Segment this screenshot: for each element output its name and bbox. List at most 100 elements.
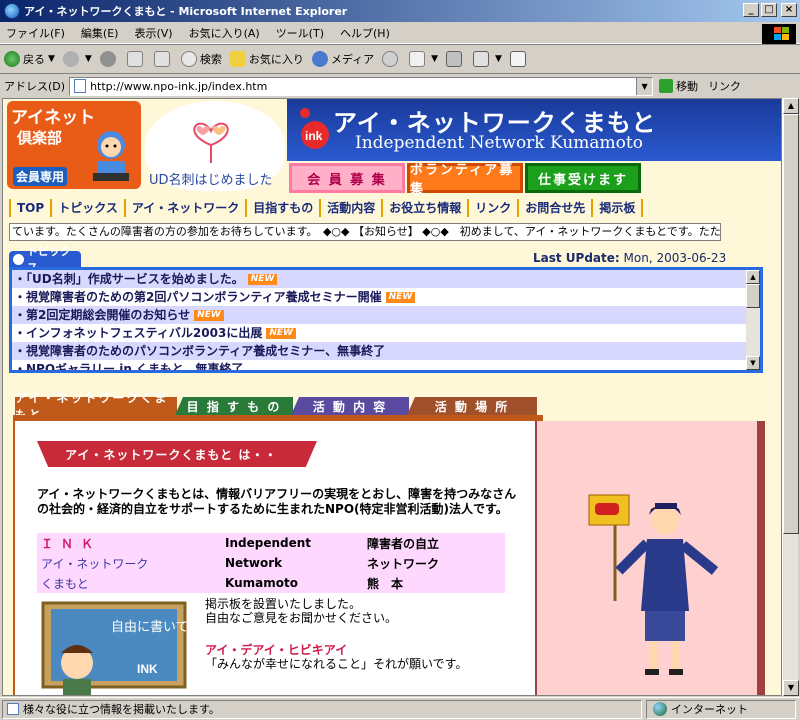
- menu-edit[interactable]: 編集(E): [81, 25, 119, 41]
- history-button[interactable]: [382, 51, 401, 67]
- back-button[interactable]: 戻る ▼: [4, 51, 55, 67]
- ink-cell: くまもと: [41, 576, 89, 591]
- print-button[interactable]: [446, 51, 465, 67]
- topic-text[interactable]: ・第2回定期総会開催のお知らせ: [14, 306, 190, 324]
- chevron-down-icon[interactable]: ▼: [431, 54, 438, 64]
- nav-activities[interactable]: 活動内容: [319, 199, 381, 217]
- ink-cell: ネットワーク: [367, 556, 440, 571]
- nav-links[interactable]: リンク: [467, 199, 517, 217]
- club-subtitle: 倶楽部: [17, 129, 63, 147]
- ink-cell: ＩＮＫ: [41, 536, 102, 551]
- topic-item[interactable]: ・「UD名刺」作成サービスを始めました。 NEW: [12, 270, 760, 288]
- nav-useful-info[interactable]: お役立ち情報: [381, 199, 467, 217]
- info-icon: [13, 253, 24, 265]
- media-label: メディア: [330, 53, 375, 66]
- chalkboard-illustration[interactable]: 自由に書いてね。 INK: [41, 601, 187, 696]
- ink-cell: Network: [225, 556, 283, 570]
- member-club-logo[interactable]: アイネット 倶楽部 会員専用: [7, 101, 141, 189]
- history-icon: [382, 51, 399, 67]
- chevron-down-icon[interactable]: ▼: [495, 54, 502, 64]
- topic-item[interactable]: ・NPOギャラリー in くまもと、無事終了: [12, 360, 760, 370]
- ink-table: ＩＮＫ Independent 障害者の自立 アイ・ネットワーク Network…: [37, 533, 505, 593]
- topic-text[interactable]: ・視覚障害者のためのパソコンボランティア養成セミナー、無事終了: [14, 342, 385, 360]
- topics-tab: トピックス: [9, 245, 81, 274]
- nav-bbs[interactable]: 掲示板: [591, 199, 644, 217]
- topic-text[interactable]: ・NPOギャラリー in くまもと、無事終了: [14, 360, 243, 370]
- window-title: アイ・ネットワークくまもと - Microsoft Internet Explo…: [24, 5, 348, 18]
- status-text-area: 様々な役に立つ情報を掲載いたします。: [2, 699, 642, 719]
- nav-goals[interactable]: 目指すもの: [245, 199, 319, 217]
- page-viewport: アイネット 倶楽部 会員専用 UD名刺はじめました ink アイ・ネットワークく…: [2, 98, 782, 696]
- tab-goals[interactable]: 目 指 す も の: [175, 397, 293, 415]
- go-button[interactable]: 移動: [659, 78, 698, 94]
- search-button[interactable]: 検索: [180, 51, 222, 67]
- tab-inetwork[interactable]: アイ・ネットワークくまもと: [15, 391, 177, 422]
- chevron-down-icon[interactable]: ▼: [48, 54, 55, 64]
- address-label: アドレス(D): [4, 80, 66, 93]
- ud-card-label[interactable]: UD名刺はじめました: [149, 169, 273, 188]
- bbs-announcement[interactable]: 掲示板を設置いたしました。 自由なご意見をお聞かせください。: [205, 597, 397, 625]
- maximize-button[interactable]: □: [761, 3, 777, 17]
- menu-help[interactable]: ヘルプ(H): [340, 25, 390, 41]
- topic-item[interactable]: ・視覚障害者のためのパソコンボランティア養成セミナー、無事終了: [12, 342, 760, 360]
- chevron-down-icon[interactable]: ▼: [85, 54, 92, 64]
- address-input[interactable]: http://www.npo-ink.jp/index.htm ▼: [69, 76, 654, 96]
- topics-list[interactable]: ・「UD名刺」作成サービスを始めました。 NEW ・視覚障害者のための第2回パソコン…: [9, 267, 763, 373]
- topic-text[interactable]: ・「UD名刺」作成サービスを始めました。: [14, 270, 244, 288]
- topic-item[interactable]: ・第2回定期総会開催のお知らせ NEW: [12, 306, 760, 324]
- menu-view[interactable]: 表示(V): [134, 25, 172, 41]
- ink-cell: 障害者の自立: [367, 536, 440, 551]
- back-arrow-icon: [4, 51, 20, 67]
- links-button[interactable]: リンク: [708, 78, 741, 94]
- topic-text[interactable]: ・視覚障害者のための第2回パソコンボランティア養成セミナー開催: [14, 288, 382, 306]
- heart-flower-icon: [193, 122, 229, 163]
- window-title-bar[interactable]: アイ・ネットワークくまもと - Microsoft Internet Explo…: [0, 0, 800, 22]
- scroll-up-icon[interactable]: ▲: [746, 270, 760, 284]
- scroll-thumb[interactable]: [746, 284, 760, 308]
- nav-top[interactable]: TOP: [9, 199, 50, 217]
- search-icon: [180, 51, 197, 67]
- page-scrollbar[interactable]: ▲ ▼: [782, 98, 799, 696]
- guide-illustration-panel: [535, 421, 765, 695]
- guide-woman-flag-illustration: [588, 494, 719, 675]
- media-button[interactable]: メディア: [311, 51, 375, 67]
- forward-button[interactable]: ▼: [62, 51, 92, 67]
- nav-inetwork[interactable]: アイ・ネットワーク: [123, 199, 245, 217]
- tab-locations[interactable]: 活 動 場 所: [407, 397, 537, 415]
- ink-cell: Kumamoto: [225, 576, 298, 590]
- job-accept-button[interactable]: 仕事受けます: [525, 163, 641, 193]
- nav-contact[interactable]: お問合せ先: [517, 199, 591, 217]
- tab-activities[interactable]: 活 動 内 容: [291, 397, 409, 415]
- address-dropdown-icon[interactable]: ▼: [636, 77, 653, 95]
- nav-topics[interactable]: トピックス: [50, 199, 124, 217]
- refresh-icon: [126, 51, 143, 67]
- refresh-button[interactable]: [126, 51, 146, 67]
- menu-favorites[interactable]: お気に入り(A): [189, 25, 260, 41]
- news-ticker: ています。たくさんの障害者の方の参加をお待ちしています。 ◆○◆ 【お知らせ】 …: [9, 223, 721, 241]
- topic-item[interactable]: ・インフォネットフェスティバル2003に出展 NEW: [12, 324, 760, 342]
- close-button[interactable]: ×: [781, 3, 797, 17]
- minimize-button[interactable]: _: [743, 3, 759, 17]
- menu-tools[interactable]: ツール(T): [276, 25, 324, 41]
- topic-item[interactable]: ・視覚障害者のための第2回パソコンボランティア養成セミナー開催 NEW: [12, 288, 760, 306]
- discuss-button[interactable]: [509, 51, 529, 67]
- address-bar: アドレス(D) http://www.npo-ink.jp/index.htm …: [0, 74, 800, 98]
- stop-button[interactable]: [99, 51, 119, 67]
- mail-icon: [409, 51, 426, 67]
- topics-scrollbar[interactable]: ▲ ▼: [746, 270, 760, 370]
- volunteer-recruit-button[interactable]: ボランティア募集: [407, 163, 523, 197]
- scroll-down-icon[interactable]: ▼: [783, 680, 799, 696]
- topic-text[interactable]: ・インフォネットフェスティバル2003に出展: [14, 324, 262, 342]
- scroll-up-icon[interactable]: ▲: [783, 98, 799, 114]
- address-url[interactable]: http://www.npo-ink.jp/index.htm: [90, 80, 267, 93]
- site-header: アイネット 倶楽部 会員専用 UD名刺はじめました ink アイ・ネットワークく…: [3, 99, 781, 197]
- favorites-button[interactable]: お気に入り: [229, 51, 304, 67]
- scroll-down-icon[interactable]: ▼: [746, 356, 760, 370]
- member-recruit-button[interactable]: 会 員 募 集: [289, 163, 405, 193]
- page-icon: [7, 703, 19, 715]
- edit-button[interactable]: ▼: [473, 51, 502, 67]
- home-button[interactable]: [153, 51, 173, 67]
- scroll-thumb[interactable]: [783, 114, 799, 534]
- menu-file[interactable]: ファイル(F): [6, 25, 65, 41]
- mail-button[interactable]: ▼: [409, 51, 438, 67]
